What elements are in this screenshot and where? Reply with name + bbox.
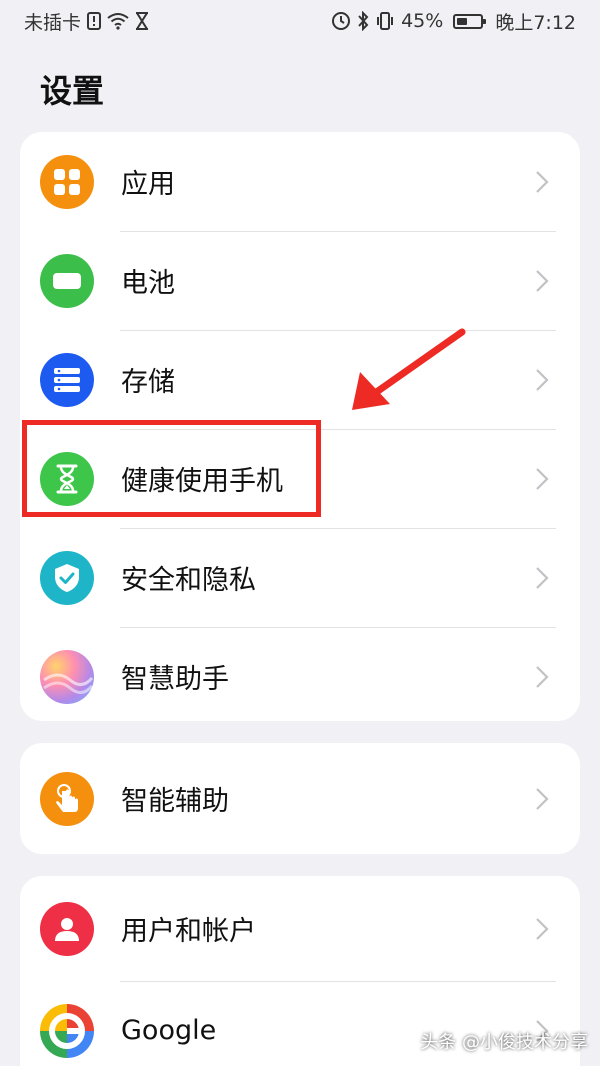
- divider: [120, 528, 556, 529]
- chevron-right-icon: [522, 558, 562, 598]
- divider: [120, 231, 556, 232]
- chevron-right-icon: [522, 779, 562, 819]
- chevron-right-icon: [522, 459, 562, 499]
- shield-icon: [40, 550, 94, 605]
- settings-item-storage[interactable]: 存储: [20, 330, 580, 429]
- assistant-icon: [40, 649, 94, 704]
- google-icon: [40, 1003, 94, 1058]
- settings-item-users-accounts[interactable]: 用户和帐户: [20, 876, 580, 981]
- user-icon: [40, 901, 94, 956]
- settings-item-label: 安全和隐私: [121, 565, 256, 596]
- chevron-right-icon: [522, 162, 562, 202]
- chevron-right-icon: [522, 360, 562, 400]
- status-left: 未插卡: [24, 8, 149, 35]
- hourglass-status-icon: [135, 12, 149, 30]
- battery-percent: 45%: [401, 10, 444, 32]
- status-right: 45% 晚上7:12: [331, 8, 576, 35]
- settings-item-label: 用户和帐户: [121, 916, 256, 947]
- settings-item-label: 应用: [121, 169, 175, 200]
- wifi-icon: [107, 12, 129, 30]
- storage-icon: [40, 352, 94, 407]
- divider: [120, 330, 556, 331]
- hand-tap-icon: [40, 771, 94, 826]
- settings-item-smart-assistant[interactable]: 智慧助手: [20, 627, 580, 721]
- bluetooth-icon: [357, 11, 369, 31]
- battery-icon: [40, 253, 94, 308]
- alarm-icon: [331, 11, 351, 31]
- sim-alert-icon: [87, 12, 102, 30]
- settings-item-battery[interactable]: 电池: [20, 231, 580, 330]
- chevron-right-icon: [522, 657, 562, 697]
- page-title: 设置: [40, 72, 105, 110]
- battery-icon: [453, 13, 487, 29]
- settings-item-label: 智慧助手: [121, 664, 229, 695]
- divider: [120, 627, 556, 628]
- battery-level: [457, 17, 468, 25]
- arrow-annotation-icon: [352, 328, 466, 410]
- clock-time: 晚上7:12: [495, 11, 576, 34]
- settings-group-2: 智能辅助: [20, 743, 580, 854]
- divider: [120, 981, 556, 982]
- carrier-text: 未插卡: [24, 11, 82, 34]
- chevron-right-icon: [522, 909, 562, 949]
- vibrate-icon: [375, 12, 395, 30]
- settings-item-accessibility[interactable]: 智能辅助: [20, 743, 580, 854]
- status-bar: 未插卡 45% 晚上7:12: [0, 0, 600, 42]
- highlight-box: [22, 420, 321, 517]
- apps-icon: [40, 154, 94, 209]
- settings-item-apps[interactable]: 应用: [20, 132, 580, 231]
- watermark: 头条 @小俊技术分享: [420, 1032, 588, 1053]
- settings-item-label: 智能辅助: [121, 786, 229, 817]
- settings-item-label: 电池: [121, 268, 175, 299]
- chevron-right-icon: [522, 261, 562, 301]
- settings-item-security-privacy[interactable]: 安全和隐私: [20, 528, 580, 627]
